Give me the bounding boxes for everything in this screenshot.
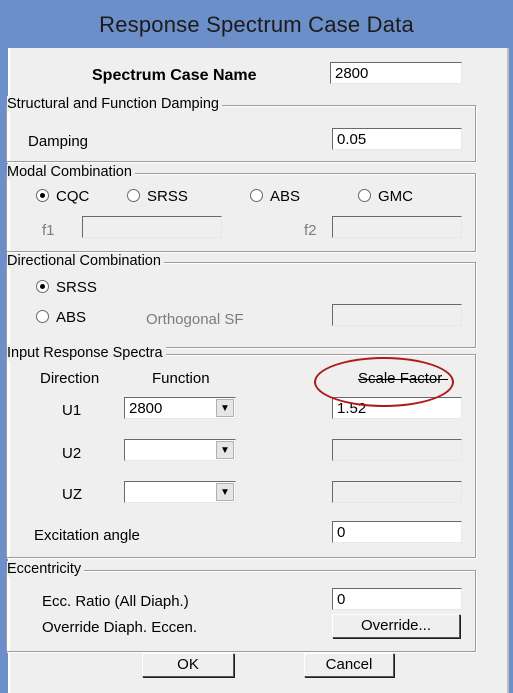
modal-srss-label: SRSS <box>147 188 188 205</box>
scale-factor-strike-line <box>358 379 448 380</box>
radio-unselected-icon <box>358 189 371 202</box>
dialog-body: Spectrum Case Name 2800 Structural and F… <box>6 48 509 693</box>
direction-uz-label: UZ <box>62 486 82 503</box>
f1-input <box>82 216 222 238</box>
damping-input[interactable]: 0.05 <box>332 128 462 150</box>
u1-function-select[interactable]: 2800 ▼ <box>124 397 236 419</box>
direction-u1-label: U1 <box>62 402 82 419</box>
u1-scale-factor-input[interactable]: 1.52 <box>332 397 462 419</box>
f2-label: f2 <box>304 222 317 239</box>
ecc-ratio-label: Ecc. Ratio (All Diaph.) <box>42 593 189 610</box>
modal-cqc-label: CQC <box>56 188 90 205</box>
title-bar: Response Spectrum Case Data <box>0 0 513 49</box>
ecc-ratio-input[interactable]: 0 <box>332 588 462 610</box>
modal-abs-label: ABS <box>270 188 301 205</box>
orthogonal-sf-input <box>332 304 462 326</box>
excitation-angle-label: Excitation angle <box>34 527 140 544</box>
dropdown-arrow-icon[interactable]: ▼ <box>216 483 234 501</box>
override-button[interactable]: Override... <box>332 614 460 638</box>
modal-gmc-label: GMC <box>378 188 413 205</box>
modal-gmc-radio[interactable]: GMC <box>358 188 413 205</box>
directional-srss-label: SRSS <box>56 279 97 296</box>
modal-cqc-radio[interactable]: CQC <box>36 188 89 205</box>
radio-unselected-icon <box>250 189 263 202</box>
excitation-angle-input[interactable]: 0 <box>332 521 462 543</box>
u2-function-select[interactable]: ▼ <box>124 439 236 461</box>
modal-combination-title: Modal Combination <box>7 164 135 180</box>
modal-abs-radio[interactable]: ABS <box>250 188 300 205</box>
f1-label: f1 <box>42 222 55 239</box>
dropdown-arrow-icon[interactable]: ▼ <box>216 399 234 417</box>
direction-column-header: Direction <box>40 370 100 387</box>
uz-function-select[interactable]: ▼ <box>124 481 236 503</box>
radio-selected-icon <box>36 189 49 202</box>
override-diaph-eccen-label: Override Diaph. Eccen. <box>42 619 198 636</box>
radio-unselected-icon <box>36 310 49 323</box>
uz-scale-factor-input <box>332 481 462 503</box>
eccentricity-group: Eccentricity <box>6 561 476 652</box>
modal-combination-group: Modal Combination <box>6 164 476 252</box>
directional-combination-title: Directional Combination <box>7 253 164 269</box>
f2-input <box>332 216 462 238</box>
modal-srss-radio[interactable]: SRSS <box>127 188 188 205</box>
radio-selected-icon <box>36 280 49 293</box>
radio-unselected-icon <box>127 189 140 202</box>
damping-group-title: Structural and Function Damping <box>7 96 222 112</box>
ok-button[interactable]: OK <box>142 653 234 677</box>
dropdown-arrow-icon[interactable]: ▼ <box>216 441 234 459</box>
directional-abs-label: ABS <box>56 309 87 326</box>
eccentricity-title: Eccentricity <box>7 561 85 577</box>
directional-srss-radio[interactable]: SRSS <box>36 279 97 296</box>
function-column-header: Function <box>152 370 210 387</box>
spectrum-case-name-input[interactable]: 2800 <box>330 62 462 84</box>
direction-u2-label: U2 <box>62 445 82 462</box>
directional-abs-radio[interactable]: ABS <box>36 309 86 326</box>
orthogonal-sf-label: Orthogonal SF <box>146 311 244 328</box>
damping-label: Damping <box>28 133 89 150</box>
window-title: Response Spectrum Case Data <box>99 12 414 37</box>
input-response-spectra-title: Input Response Spectra <box>7 345 166 361</box>
u1-function-value: 2800 <box>129 400 163 417</box>
u2-scale-factor-input <box>332 439 462 461</box>
spectrum-case-name-label: Spectrum Case Name <box>92 67 257 84</box>
cancel-button[interactable]: Cancel <box>304 653 394 677</box>
